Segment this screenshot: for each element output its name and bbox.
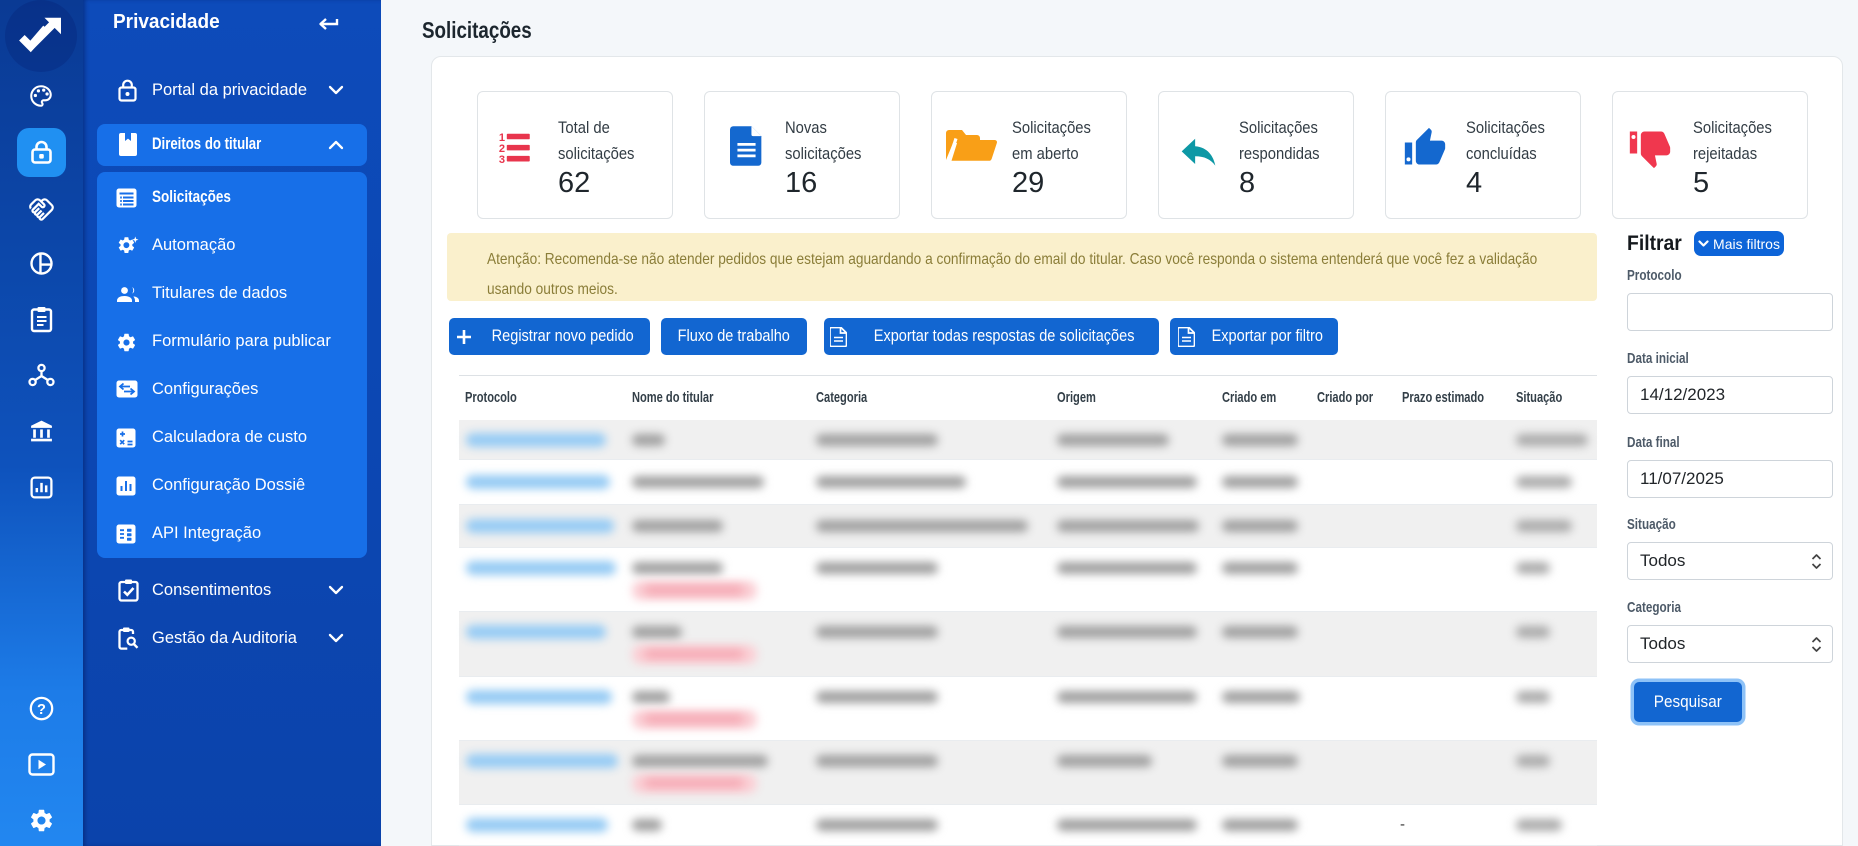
svg-text:3: 3 bbox=[499, 154, 505, 166]
svg-text:2: 2 bbox=[499, 143, 505, 155]
svg-text:?: ? bbox=[37, 702, 46, 718]
svg-text:1: 1 bbox=[499, 132, 505, 144]
